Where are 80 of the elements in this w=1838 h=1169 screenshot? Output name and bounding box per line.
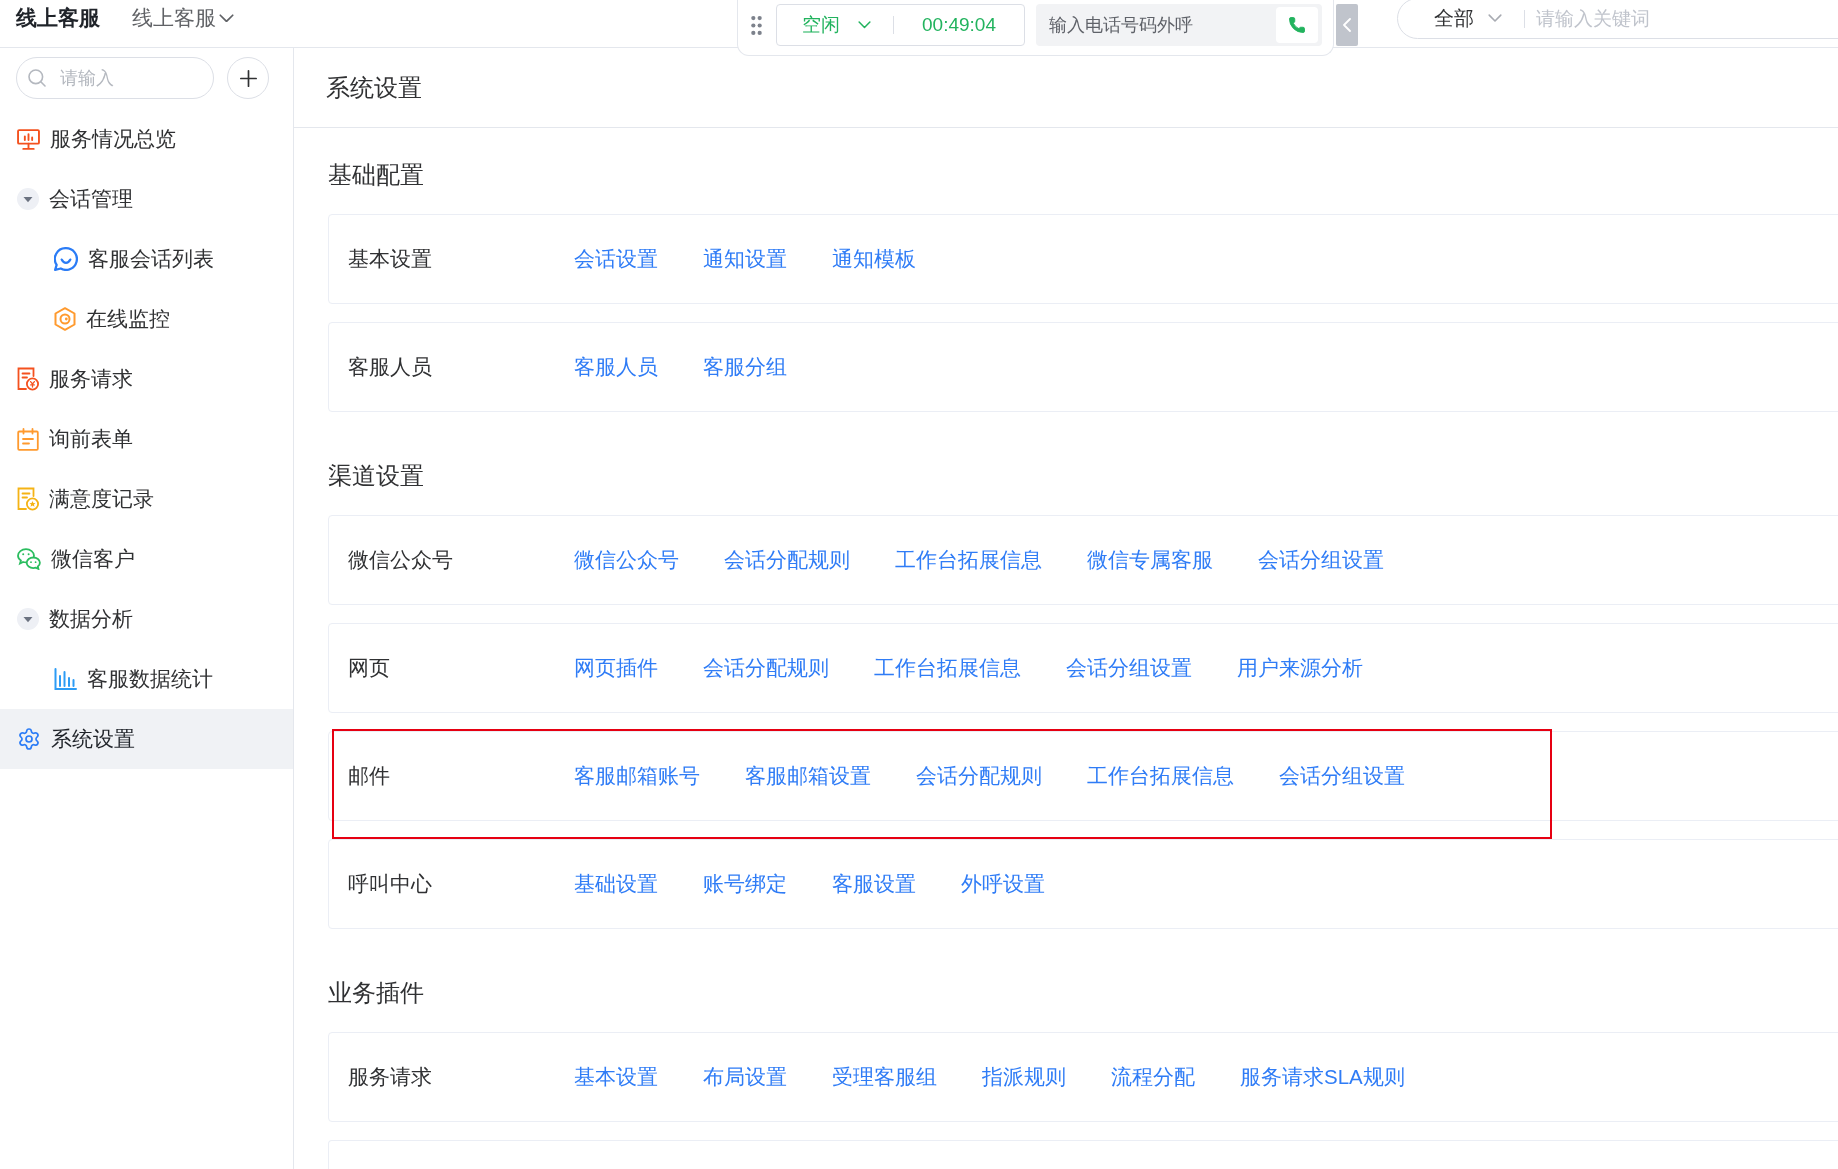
chevron-down-icon (219, 13, 234, 23)
settings-link[interactable]: 工作台拓展信息 (895, 546, 1042, 574)
settings-link[interactable]: 用户来源分析 (1237, 654, 1363, 682)
settings-link[interactable]: 客服邮箱设置 (745, 762, 871, 790)
monitor-chart-icon (17, 128, 40, 150)
card-label: 邮件 (348, 763, 391, 789)
card-label: 服务请求 (348, 1064, 433, 1090)
settings-link[interactable]: 通知模板 (832, 245, 916, 273)
settings-link[interactable]: 布局设置 (703, 1063, 787, 1091)
menu-item[interactable]: 微信客户 (0, 529, 293, 589)
menu-item[interactable]: 客服数据统计 (0, 649, 293, 709)
section-title: 渠道设置 (328, 462, 425, 491)
call-button[interactable] (1276, 7, 1318, 43)
card-label: 客服人员 (348, 354, 433, 380)
settings-link[interactable]: 外呼设置 (961, 870, 1045, 898)
settings-link[interactable]: 微信专属客服 (1087, 546, 1213, 574)
status-dropdown[interactable]: 空闲 (802, 12, 871, 38)
scope-dropdown[interactable]: 全部 (1434, 5, 1502, 32)
menu-group[interactable]: 会话管理 (0, 169, 293, 229)
settings-link[interactable]: 客服设置 (832, 870, 916, 898)
chevron-down-icon (1488, 14, 1502, 23)
settings-link[interactable]: 服务请求SLA规则 (1240, 1063, 1405, 1091)
settings-link[interactable]: 流程分配 (1111, 1063, 1195, 1091)
document-star-icon (17, 487, 39, 511)
keyword-input[interactable]: 请输入关键词 (1536, 3, 1838, 34)
card-label: 基本设置 (348, 246, 433, 272)
menu-item[interactable]: 客服会话列表 (0, 229, 293, 289)
search-field[interactable]: 请输入 (16, 57, 214, 99)
settings-link[interactable]: 会话分配规则 (724, 546, 850, 574)
section-title: 基础配置 (328, 161, 425, 190)
settings-link[interactable]: 客服邮箱账号 (574, 762, 700, 790)
hexagon-eye-icon (54, 307, 76, 331)
settings-icon (17, 727, 41, 751)
plus-icon (239, 69, 257, 87)
calendar-icon (17, 427, 39, 451)
menu-item[interactable]: 服务请求 (0, 349, 293, 409)
phone-icon (1288, 16, 1306, 34)
section-title: 业务插件 (328, 979, 425, 1008)
settings-link[interactable]: 会话分组设置 (1279, 762, 1405, 790)
settings-link[interactable]: 账号绑定 (703, 870, 787, 898)
settings-link[interactable]: 受理客服组 (832, 1063, 937, 1091)
caret-down-icon[interactable] (17, 608, 39, 630)
settings-link[interactable]: 通知设置 (703, 245, 787, 273)
menu-item[interactable]: 系统设置 (0, 709, 293, 769)
search-icon (28, 69, 46, 87)
settings-link[interactable]: 客服人员 (574, 353, 658, 381)
settings-link[interactable]: 基础设置 (574, 870, 658, 898)
call-timer: 00:49:04 (922, 14, 996, 36)
card-label: 微信公众号 (348, 547, 454, 573)
settings-link[interactable]: 网页插件 (574, 654, 658, 682)
menu-item[interactable]: 满意度记录 (0, 469, 293, 529)
card-label: 呼叫中心 (348, 871, 433, 897)
settings-link[interactable]: 基本设置 (574, 1063, 658, 1091)
chat-bubble-icon (54, 247, 78, 271)
caret-down-icon[interactable] (17, 188, 39, 210)
settings-link[interactable]: 会话设置 (574, 245, 658, 273)
document-coin-icon (17, 367, 39, 391)
settings-link[interactable]: 微信公众号 (574, 546, 679, 574)
menu-item[interactable]: 服务情况总览 (0, 109, 293, 169)
settings-link[interactable]: 工作台拓展信息 (874, 654, 1021, 682)
chevron-left-icon (1343, 18, 1351, 32)
add-button[interactable] (227, 57, 269, 99)
settings-link[interactable]: 会话分配规则 (703, 654, 829, 682)
app-title: 线上客服 (16, 5, 100, 31)
page-title: 系统设置 (326, 73, 422, 103)
menu-group[interactable]: 数据分析 (0, 589, 293, 649)
chat-bubbles-icon (17, 548, 41, 570)
card-label: 网页 (348, 655, 391, 681)
workspace-dropdown[interactable]: 线上客服 (132, 0, 234, 36)
settings-link[interactable]: 客服分组 (703, 353, 787, 381)
settings-link[interactable]: 会话分配规则 (916, 762, 1042, 790)
drag-handle-icon[interactable] (751, 16, 762, 35)
settings-link[interactable]: 指派规则 (982, 1063, 1066, 1091)
bar-chart-icon (54, 668, 77, 690)
settings-link[interactable]: 会话分组设置 (1258, 546, 1384, 574)
menu-item[interactable]: 在线监控 (0, 289, 293, 349)
settings-link[interactable]: 工作台拓展信息 (1087, 762, 1234, 790)
settings-link[interactable]: 会话分组设置 (1066, 654, 1192, 682)
menu-item[interactable]: 询前表单 (0, 409, 293, 469)
chevron-down-icon (858, 21, 871, 29)
